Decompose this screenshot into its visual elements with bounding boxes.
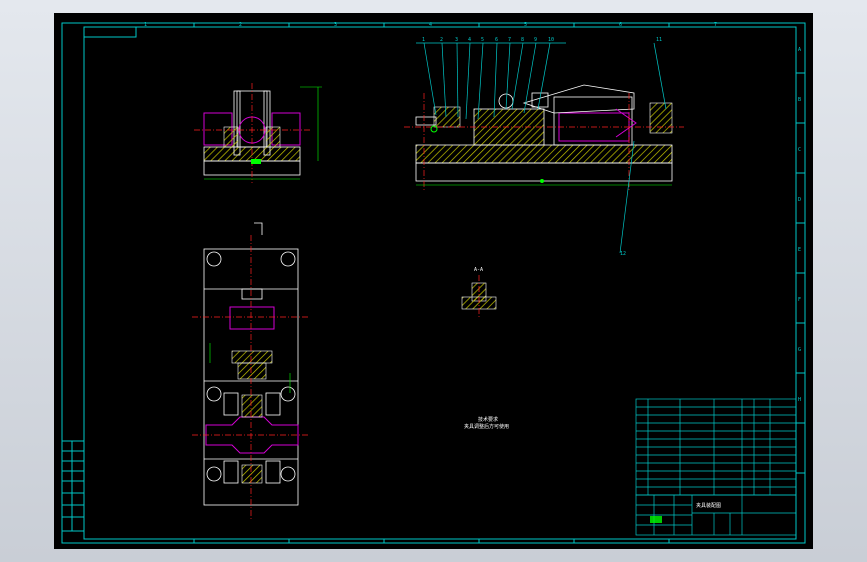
- zone-side-g: G: [798, 347, 801, 353]
- notes-line-1: 夹具调整后方可使用: [464, 423, 509, 430]
- zone-ticks: [193, 23, 805, 543]
- front-view: [194, 83, 322, 183]
- zone-top-6: 6: [619, 22, 622, 28]
- parts-list: [635, 398, 797, 496]
- code-box: [84, 27, 137, 38]
- zone-side-e: E: [798, 247, 801, 253]
- zone-top-5: 5: [524, 22, 527, 28]
- zone-top-2: 2: [239, 22, 242, 28]
- zone-top-3: 3: [334, 22, 337, 28]
- side-view: [404, 84, 684, 191]
- section-label: A-A: [474, 267, 483, 273]
- plan-view: [192, 222, 310, 519]
- zone-side-h: H: [798, 397, 801, 403]
- callout-3: 3: [455, 37, 458, 43]
- zone-side-d: D: [798, 197, 801, 203]
- section-a-a: A-A: [461, 267, 497, 317]
- callout-11: 11: [656, 37, 662, 43]
- zone-side-f: F: [798, 297, 801, 303]
- zone-side-a: A: [798, 47, 801, 53]
- zone-side-c: C: [798, 147, 801, 153]
- callout-12: 12: [620, 251, 626, 257]
- callout-9: 9: [534, 37, 537, 43]
- notes-heading: 技术要求: [478, 416, 498, 423]
- callout-2: 2: [440, 37, 443, 43]
- zone-labels: 1 2 3 4 5 6 7 A B C D E F G H: [144, 22, 801, 403]
- inner-border: [83, 26, 797, 540]
- callout-7: 7: [508, 37, 511, 43]
- cad-drawing: 1 2 3 4 5 6 7 A B C D E F G H 1 2 3 4 5 …: [61, 22, 806, 544]
- cad-viewport[interactable]: 1 2 3 4 5 6 7 A B C D E F G H 1 2 3 4 5 …: [54, 13, 813, 549]
- title-cell-highlight: [650, 516, 662, 523]
- callout-8: 8: [521, 37, 524, 43]
- side-strip-table: [61, 440, 85, 532]
- callout-4: 4: [468, 37, 471, 43]
- zone-side-b: B: [798, 97, 801, 103]
- zone-top-7: 7: [714, 22, 717, 28]
- callout-6: 6: [495, 37, 498, 43]
- zone-top-1: 1: [144, 22, 147, 28]
- drawing-name: 夹具装配图: [696, 502, 721, 509]
- callout-10: 10: [548, 37, 554, 43]
- zone-top-4: 4: [429, 22, 432, 28]
- technical-notes: 技术要求 夹具调整后方可使用: [464, 416, 509, 430]
- title-block: [635, 494, 797, 536]
- callout-5: 5: [481, 37, 484, 43]
- callout-1: 1: [422, 37, 425, 43]
